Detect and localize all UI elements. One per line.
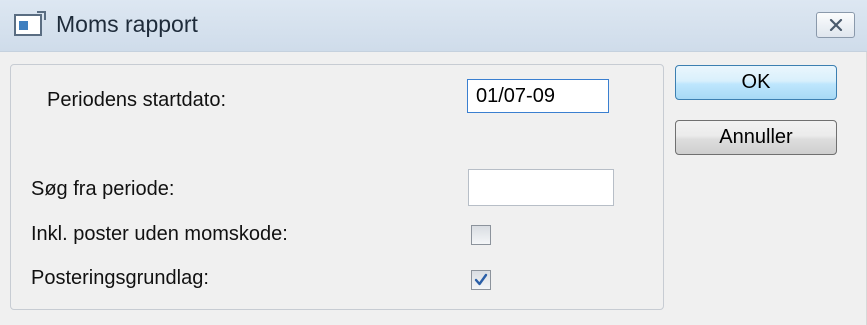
close-icon [829,19,842,31]
start-date-input[interactable] [467,79,609,113]
window-app-icon [14,11,46,36]
close-button[interactable] [816,12,855,38]
search-period-input[interactable] [468,169,614,206]
ok-button[interactable]: OK [675,65,837,100]
posting-basis-label: Posteringsgrundlag: [31,267,209,289]
checkmark-icon [474,273,488,286]
start-date-label: Periodens startdato: [47,89,226,111]
window-title: Moms rapport [56,11,198,37]
form-panel: Periodens startdato: Søg fra periode: In… [10,64,664,310]
search-period-label: Søg fra periode: [31,178,175,200]
include-no-vat-code-checkbox[interactable] [471,225,491,245]
title-bar[interactable]: Moms rapport [0,0,867,52]
cancel-button[interactable]: Annuller [675,120,837,155]
include-no-vat-code-label: Inkl. poster uden momskode: [31,223,288,245]
moms-rapport-dialog: Moms rapport Periodens startdato: Søg fr… [0,0,867,325]
posting-basis-checkbox[interactable] [471,270,491,290]
